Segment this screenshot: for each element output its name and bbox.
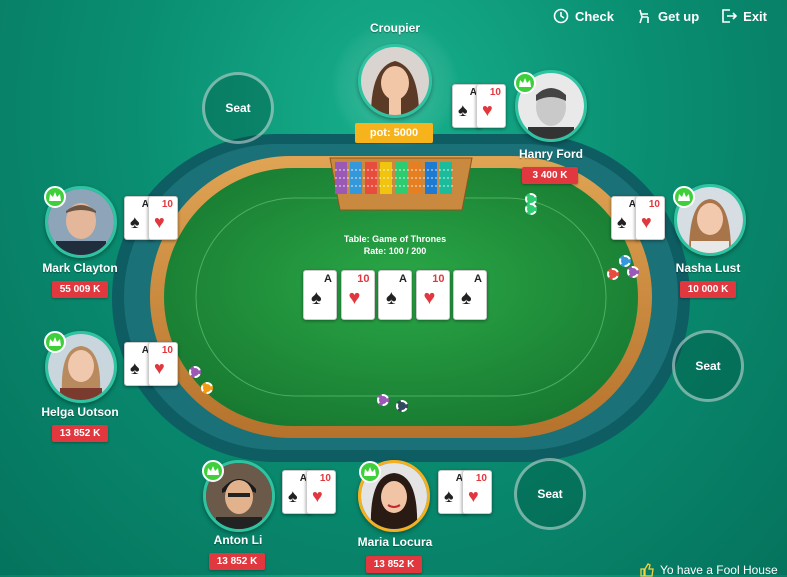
nasha-name: Nasha Lust bbox=[675, 261, 741, 275]
chip-nasha-1 bbox=[619, 255, 631, 267]
chip-nasha-2 bbox=[607, 268, 619, 280]
chip-rack bbox=[335, 162, 453, 194]
helga-chips: 13 852 K bbox=[52, 425, 108, 442]
community-card: A ♠ bbox=[303, 270, 337, 320]
helga-card-2: 10 ♥ bbox=[148, 342, 178, 386]
seat-top-left[interactable]: Seat bbox=[202, 72, 274, 144]
get-up-button[interactable]: Get up bbox=[636, 8, 699, 24]
anton-card-2: 10 ♥ bbox=[306, 470, 336, 514]
maria-crown-icon bbox=[359, 461, 381, 483]
croupier-label: Croupier bbox=[369, 21, 420, 35]
community-card: A ♠ bbox=[378, 270, 412, 320]
table-name: Table: Game of Thrones bbox=[343, 234, 447, 244]
mark-chips: 55 009 K bbox=[52, 281, 108, 298]
table-rate: Rate: 100 / 200 bbox=[363, 246, 427, 256]
anton-crown-icon bbox=[202, 460, 224, 482]
mark-name: Mark Clayton bbox=[42, 261, 118, 275]
chip-hanry-2 bbox=[525, 203, 537, 215]
hanry-name: Hanry Ford bbox=[518, 147, 583, 161]
chip-helga-1 bbox=[189, 366, 201, 378]
mark-card-2: 10 ♥ bbox=[148, 196, 178, 240]
hanry-crown-icon bbox=[514, 72, 536, 94]
chip-maria-1 bbox=[377, 394, 389, 406]
anton-name: Anton Li bbox=[213, 533, 263, 547]
nasha-chips: 10 000 K bbox=[680, 281, 736, 298]
anton-chips: 13 852 K bbox=[209, 553, 265, 570]
nasha-crown-icon bbox=[673, 186, 695, 208]
nasha-card-2: 10 ♥ bbox=[635, 196, 665, 240]
exit-button[interactable]: Exit bbox=[721, 8, 767, 24]
hanry-chips: 3 400 K bbox=[522, 167, 578, 184]
seat-right[interactable]: Seat bbox=[672, 330, 744, 402]
croupier-avatar bbox=[358, 44, 432, 118]
check-button[interactable]: Check bbox=[553, 8, 614, 24]
helga-crown-icon bbox=[44, 331, 66, 353]
chip-nasha-3 bbox=[627, 266, 639, 278]
pot-badge: pot: 5000 bbox=[355, 123, 433, 143]
chip-maria-2 bbox=[396, 400, 408, 412]
get-up-label: Get up bbox=[657, 8, 700, 24]
seat-bottom[interactable]: Seat bbox=[514, 458, 586, 530]
exit-icon bbox=[722, 9, 738, 23]
community-card: 10 ♥ bbox=[340, 270, 375, 320]
chair-icon bbox=[639, 9, 649, 24]
maria-card-2: 10 ♥ bbox=[462, 470, 492, 514]
community-card: A ♠ bbox=[453, 270, 487, 320]
exit-label: Exit bbox=[743, 8, 767, 24]
maria-name: Maria Locura bbox=[357, 535, 433, 549]
check-label: Check bbox=[574, 8, 614, 24]
mark-crown-icon bbox=[44, 186, 66, 208]
top-bar: Check Get up Exit bbox=[553, 8, 767, 24]
clock-icon bbox=[553, 8, 569, 24]
table-info: Table: Game of Thrones Rate: 100 / 200 bbox=[320, 233, 470, 257]
helga-name: Helga Uotson bbox=[41, 405, 119, 419]
chip-helga-2 bbox=[201, 382, 213, 394]
hanry-card-2: 10 ♥ bbox=[476, 84, 506, 128]
community-card: 10 ♥ bbox=[415, 270, 450, 320]
maria-chips: 13 852 K bbox=[366, 556, 422, 573]
